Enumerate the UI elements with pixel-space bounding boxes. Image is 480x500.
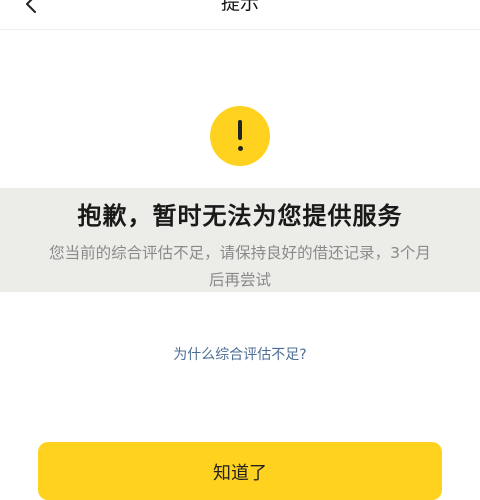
- got-it-button[interactable]: 知道了: [38, 442, 442, 500]
- page-title: 提示: [220, 0, 259, 14]
- navigation-bar: 提示: [0, 0, 480, 30]
- why-insufficient-link[interactable]: 为什么综合评估不足?: [0, 344, 480, 364]
- got-it-label: 知道了: [213, 463, 267, 484]
- message-title: 抱歉，暂时无法为您提供服务: [77, 202, 403, 230]
- message-description: 您当前的综合评估不足，请保持良好的借还记录，3个月后再尝试: [49, 244, 431, 289]
- exclamation-icon: [210, 106, 270, 166]
